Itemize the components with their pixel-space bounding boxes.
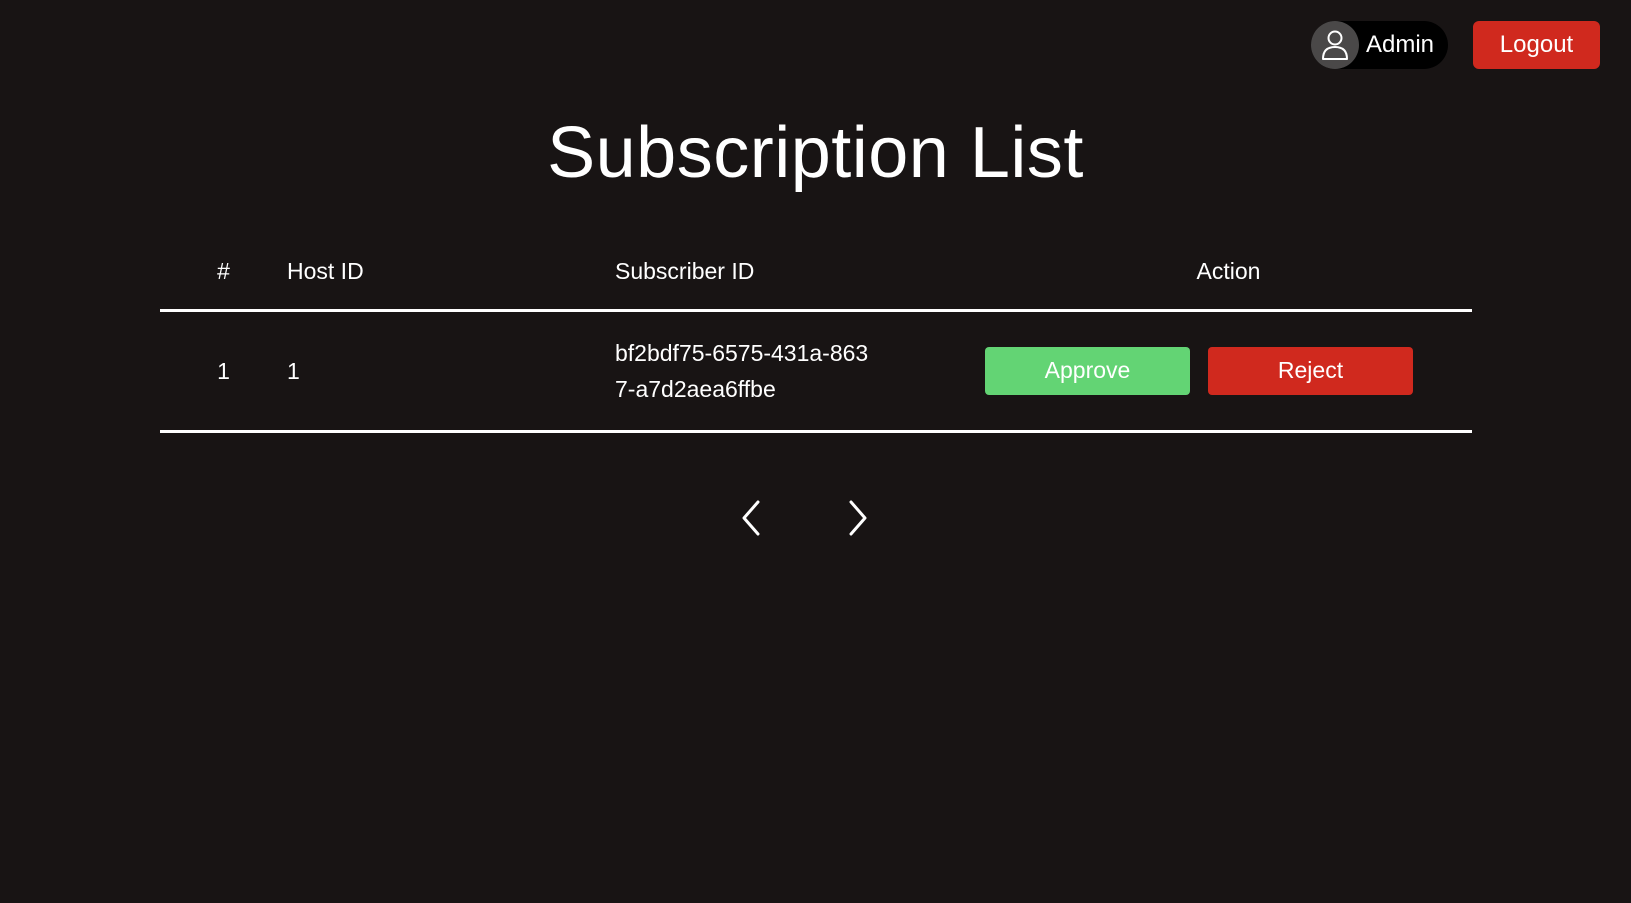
- page-title: Subscription List: [547, 113, 1084, 193]
- table-header-row: # Host ID Subscriber ID Action: [160, 235, 1472, 312]
- previous-page-button[interactable]: [740, 498, 762, 538]
- column-header-index: #: [160, 235, 287, 312]
- table-row: 1 1 bf2bdf75-6575-431a-8637-a7d2aea6ffbe…: [160, 310, 1472, 433]
- reject-button[interactable]: Reject: [1208, 346, 1413, 395]
- column-header-subscriber-id: Subscriber ID: [615, 235, 985, 312]
- chevron-left-icon: [742, 500, 760, 536]
- row-subscriber-id: bf2bdf75-6575-431a-8637-a7d2aea6ffbe: [615, 339, 869, 402]
- top-bar: Admin Logout: [1310, 21, 1600, 69]
- subscription-table: # Host ID Subscriber ID Action 1 1 bf2bd…: [160, 235, 1472, 433]
- approve-button[interactable]: Approve: [985, 346, 1190, 395]
- user-name: Admin: [1365, 31, 1434, 58]
- column-header-action: Action: [985, 235, 1472, 312]
- avatar: [1310, 21, 1359, 69]
- logout-button[interactable]: Logout: [1473, 21, 1600, 69]
- row-actions: Approve Reject: [985, 310, 1472, 433]
- row-host-id: 1: [287, 310, 615, 433]
- row-index: 1: [160, 310, 287, 433]
- chevron-right-icon: [849, 500, 867, 536]
- user-menu[interactable]: Admin: [1310, 21, 1448, 69]
- row-subscriber-cell: bf2bdf75-6575-431a-8637-a7d2aea6ffbe: [615, 310, 985, 433]
- next-page-button[interactable]: [847, 498, 869, 538]
- pagination: [740, 498, 869, 538]
- user-icon: [1321, 30, 1348, 60]
- column-header-host-id: Host ID: [287, 235, 615, 312]
